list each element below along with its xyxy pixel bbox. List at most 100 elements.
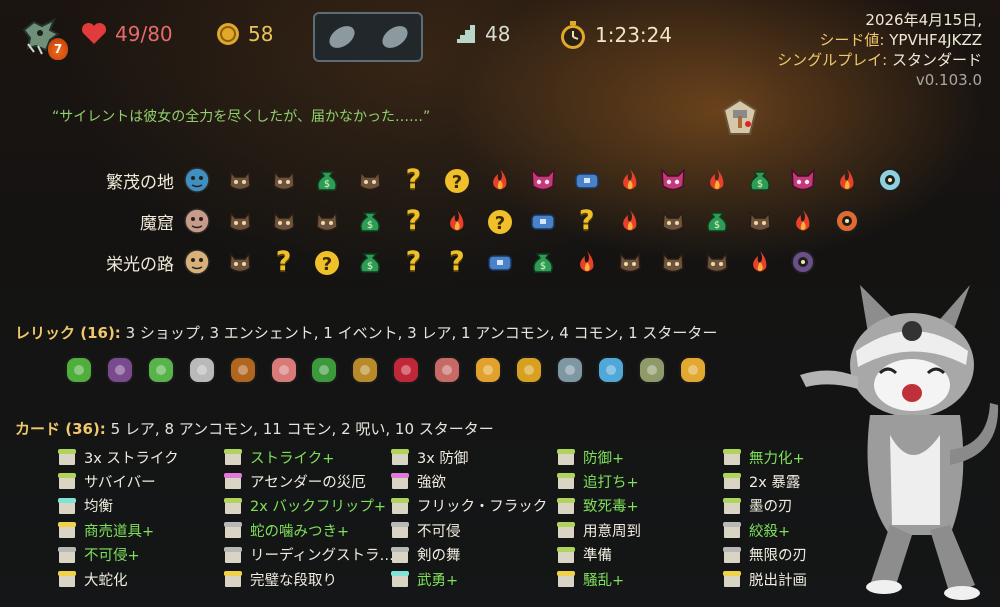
card-entry[interactable]: 3x ストライク bbox=[58, 446, 179, 468]
unknown-room-icon[interactable]: ? bbox=[269, 247, 299, 277]
merchant-room-icon[interactable]: $ bbox=[355, 247, 385, 277]
empty-potion-slot-icon[interactable] bbox=[377, 22, 413, 52]
meat-icon[interactable] bbox=[428, 350, 466, 390]
card-entry[interactable]: 2x バックフリップ+ bbox=[224, 495, 386, 517]
merchant-room-icon[interactable]: $ bbox=[312, 165, 342, 195]
lantern-icon[interactable] bbox=[305, 350, 343, 390]
card-entry[interactable]: 不可侵+ bbox=[58, 544, 140, 566]
chest-room-icon[interactable] bbox=[528, 206, 558, 236]
card-entry[interactable]: 絞殺+ bbox=[723, 519, 790, 541]
merchant-room-icon[interactable]: $ bbox=[528, 247, 558, 277]
card-entry[interactable]: 用意周到 bbox=[557, 519, 641, 541]
elite-room-icon[interactable] bbox=[528, 165, 558, 195]
rest-room-icon[interactable] bbox=[788, 206, 818, 236]
card-entry[interactable]: 無限の刃 bbox=[723, 544, 807, 566]
golden-disc-icon[interactable] bbox=[510, 350, 548, 390]
merchant-room-icon[interactable]: $ bbox=[355, 206, 385, 236]
ring-of-the-snake-icon[interactable] bbox=[60, 350, 98, 390]
card-type-icon bbox=[391, 546, 409, 563]
unknown-room-icon[interactable]: ? bbox=[399, 247, 429, 277]
rest-room-icon[interactable] bbox=[615, 206, 645, 236]
wooden-box-icon[interactable] bbox=[224, 350, 262, 390]
merchant-room-icon[interactable]: $ bbox=[702, 206, 732, 236]
unknown-room-icon[interactable]: ? bbox=[399, 206, 429, 236]
boss-room-icon[interactable] bbox=[832, 206, 862, 236]
merchant-room-icon[interactable]: $ bbox=[745, 165, 775, 195]
monster-room-icon[interactable] bbox=[702, 247, 732, 277]
card-entry[interactable]: 防御+ bbox=[557, 446, 624, 468]
rest-room-icon[interactable] bbox=[702, 165, 732, 195]
monster-room-icon[interactable] bbox=[312, 206, 342, 236]
red-cushion-icon[interactable] bbox=[387, 350, 425, 390]
card-entry[interactable]: フリック・フラック bbox=[391, 495, 547, 517]
unknown-room-icon[interactable]: ? bbox=[572, 206, 602, 236]
blue-spirit-icon[interactable] bbox=[592, 350, 630, 390]
monster-room-icon[interactable] bbox=[745, 206, 775, 236]
card-entry[interactable]: 騒乱+ bbox=[557, 568, 624, 590]
elite-room-icon[interactable] bbox=[788, 165, 818, 195]
card-entry[interactable]: 墨の刃 bbox=[723, 495, 793, 517]
ancient-room-icon[interactable] bbox=[182, 247, 212, 277]
card-entry[interactable]: 完璧な段取り bbox=[224, 568, 337, 590]
empty-potion-slot-icon[interactable] bbox=[324, 22, 360, 52]
treasure-unknown-room-icon[interactable]: ? bbox=[485, 206, 515, 236]
unknown-room-icon[interactable]: ? bbox=[399, 165, 429, 195]
elite-room-icon[interactable] bbox=[658, 165, 688, 195]
card-entry[interactable]: ストライク+ bbox=[224, 446, 334, 468]
chest-room-icon[interactable] bbox=[485, 247, 515, 277]
flying-bird-icon[interactable] bbox=[265, 350, 303, 390]
trident-icon[interactable] bbox=[551, 350, 589, 390]
tuning-fork-icon[interactable] bbox=[183, 350, 221, 390]
card-entry[interactable]: サバイバー bbox=[58, 470, 156, 492]
card-entry[interactable]: 脱出計画 bbox=[723, 568, 807, 590]
card-entry[interactable]: 武勇+ bbox=[391, 568, 458, 590]
monster-room-icon[interactable] bbox=[658, 247, 688, 277]
green-card-icon[interactable] bbox=[142, 350, 180, 390]
treasure-unknown-room-icon[interactable]: ? bbox=[312, 247, 342, 277]
stopwatch-icon bbox=[561, 21, 585, 49]
ancient-room-icon[interactable] bbox=[182, 165, 212, 195]
unknown-room-icon[interactable]: ? bbox=[442, 247, 472, 277]
card-entry[interactable]: リーディングストラ… bbox=[224, 544, 394, 566]
monster-room-icon[interactable] bbox=[269, 206, 299, 236]
monster-room-icon[interactable] bbox=[269, 165, 299, 195]
monster-room-icon[interactable] bbox=[355, 165, 385, 195]
rest-room-icon[interactable] bbox=[442, 206, 472, 236]
monster-room-icon[interactable] bbox=[225, 206, 255, 236]
card-entry[interactable]: 追打ち+ bbox=[557, 470, 639, 492]
rest-room-icon[interactable] bbox=[615, 165, 645, 195]
card-entry[interactable]: 大蛇化 bbox=[58, 568, 128, 590]
vajra-icon[interactable] bbox=[674, 350, 712, 390]
card-entry[interactable]: 蛇の噛みつき+ bbox=[224, 519, 349, 541]
card-entry[interactable]: 準備 bbox=[557, 544, 612, 566]
monster-room-icon[interactable] bbox=[658, 206, 688, 236]
rest-room-icon[interactable] bbox=[572, 247, 602, 277]
card-entry[interactable]: 無力化+ bbox=[723, 446, 805, 468]
card-entry[interactable]: アセンダーの災厄 bbox=[224, 470, 366, 492]
purple-orb-icon[interactable] bbox=[101, 350, 139, 390]
monster-room-icon[interactable] bbox=[225, 165, 255, 195]
card-entry[interactable]: 剣の舞 bbox=[391, 544, 461, 566]
card-entry[interactable]: 強欲 bbox=[391, 470, 446, 492]
ancient-room-icon[interactable] bbox=[182, 206, 212, 236]
character-portrait[interactable]: 7 bbox=[20, 16, 68, 60]
card-entry[interactable]: 3x 防御 bbox=[391, 446, 468, 468]
boss-room-icon[interactable] bbox=[788, 247, 818, 277]
monster-room-icon[interactable] bbox=[225, 247, 255, 277]
orrery-icon[interactable] bbox=[469, 350, 507, 390]
card-entry[interactable]: 均衡 bbox=[58, 495, 113, 517]
chest-room-icon[interactable] bbox=[572, 165, 602, 195]
treasure-unknown-room-icon[interactable]: ? bbox=[442, 165, 472, 195]
monster-room-icon[interactable] bbox=[615, 247, 645, 277]
wax-seal-icon[interactable] bbox=[346, 350, 384, 390]
rest-room-icon[interactable] bbox=[832, 165, 862, 195]
card-entry[interactable]: 致死毒+ bbox=[557, 495, 639, 517]
card-entry[interactable]: 商売道具+ bbox=[58, 519, 154, 541]
newtons-cradle-icon[interactable] bbox=[633, 350, 671, 390]
rest-room-icon[interactable] bbox=[745, 247, 775, 277]
rest-room-icon[interactable] bbox=[485, 165, 515, 195]
seed-value[interactable]: YPVHF4JKZZ bbox=[889, 31, 982, 49]
boss-room-icon[interactable] bbox=[875, 165, 905, 195]
card-entry[interactable]: 2x 暴露 bbox=[723, 470, 800, 492]
card-entry[interactable]: 不可侵 bbox=[391, 519, 461, 541]
